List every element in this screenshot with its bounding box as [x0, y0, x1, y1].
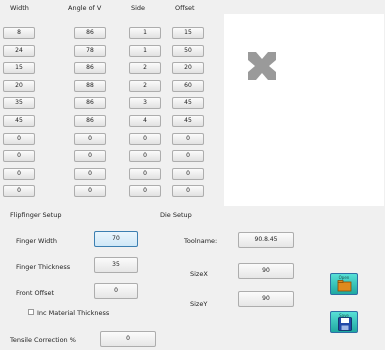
grid-cell-offset[interactable]: 45: [172, 97, 204, 110]
grid-cell-side[interactable]: 0: [129, 167, 161, 180]
finger-thickness-field[interactable]: 35: [94, 257, 138, 273]
grid-cell-width[interactable]: 24: [3, 44, 35, 57]
folder-open-icon: [337, 280, 352, 292]
grid-cell-angle[interactable]: 0: [74, 167, 106, 180]
sizey-label: SizeY: [190, 300, 208, 308]
grid-cell-width[interactable]: 45: [3, 115, 35, 127]
grid-cell-side[interactable]: 0: [129, 150, 161, 163]
grid-cell-width[interactable]: 15: [3, 62, 35, 75]
die-preview-panel: [224, 14, 384, 206]
grid-cell-offset[interactable]: 20: [172, 62, 204, 75]
grid-cell-offset[interactable]: 15: [172, 27, 204, 39]
die-shape-preview: [248, 52, 276, 80]
grid-cell-offset[interactable]: 0: [172, 167, 204, 180]
sizey-field[interactable]: 90: [238, 291, 294, 307]
grid-cell-offset[interactable]: 60: [172, 79, 204, 92]
grid-cell-offset[interactable]: 0: [172, 132, 204, 145]
open-button[interactable]: Open: [330, 273, 358, 295]
grid-cell-angle[interactable]: 86: [74, 115, 106, 127]
col-header-offset: Offset: [175, 4, 195, 12]
inc-material-checkbox[interactable]: [28, 309, 34, 315]
grid-cell-angle[interactable]: 0: [74, 132, 106, 145]
grid-cell-offset[interactable]: 45: [172, 115, 204, 127]
grid-cell-angle[interactable]: 78: [74, 44, 106, 57]
inc-material-label: Inc Material Thickness: [37, 309, 110, 317]
grid-cell-angle[interactable]: 86: [74, 27, 106, 39]
die-section-label: Die Setup: [160, 211, 192, 219]
grid-cell-width[interactable]: 0: [3, 167, 35, 180]
grid-cell-angle[interactable]: 88: [74, 79, 106, 92]
grid-cell-width[interactable]: 20: [3, 79, 35, 92]
toolname-field[interactable]: 90.8.45: [238, 232, 294, 248]
tensile-correction-label: Tensile Correction %: [10, 336, 76, 344]
grid-cell-side[interactable]: 2: [129, 79, 161, 92]
grid-cell-side[interactable]: 1: [129, 44, 161, 57]
grid-cell-angle[interactable]: 86: [74, 62, 106, 75]
floppy-disk-icon: [338, 317, 352, 331]
grid-cell-side[interactable]: 2: [129, 62, 161, 75]
front-offset-field[interactable]: 0: [94, 283, 138, 299]
grid-cell-offset[interactable]: 50: [172, 44, 204, 57]
grid-cell-width[interactable]: 8: [3, 27, 35, 39]
grid-cell-side[interactable]: 1: [129, 27, 161, 39]
grid-cell-side[interactable]: 0: [129, 132, 161, 145]
flipfinger-section-label: Flipfinger Setup: [10, 211, 62, 219]
grid-cell-width[interactable]: 0: [3, 150, 35, 163]
finger-width-label: Finger Width: [16, 237, 57, 245]
sizex-field[interactable]: 90: [238, 263, 294, 279]
finger-thickness-label: Finger Thickness: [16, 263, 71, 271]
die-x-shape: [248, 52, 276, 80]
grid-cell-width[interactable]: 0: [3, 185, 35, 198]
grid-cell-angle[interactable]: 86: [74, 97, 106, 110]
front-offset-label: Front Offset: [16, 289, 55, 297]
toolname-label: Toolname:: [184, 237, 218, 245]
finger-width-field[interactable]: 70: [94, 231, 138, 247]
grid-cell-width[interactable]: 0: [3, 132, 35, 145]
grid-cell-angle[interactable]: 0: [74, 185, 106, 198]
grid-cell-angle[interactable]: 0: [74, 150, 106, 163]
grid-cell-side[interactable]: 0: [129, 185, 161, 198]
grid-cell-side[interactable]: 4: [129, 115, 161, 127]
grid-cell-offset[interactable]: 0: [172, 185, 204, 198]
tensile-correction-field[interactable]: 0: [100, 331, 156, 347]
save-button[interactable]: Save: [330, 311, 358, 333]
sizex-label: SizeX: [190, 270, 208, 278]
grid-cell-side[interactable]: 3: [129, 97, 161, 110]
grid-cell-width[interactable]: 35: [3, 97, 35, 110]
col-header-angle: Angle of V: [68, 4, 102, 12]
col-header-width: Width: [10, 4, 29, 12]
col-header-side: Side: [131, 4, 146, 12]
grid-cell-offset[interactable]: 0: [172, 150, 204, 163]
